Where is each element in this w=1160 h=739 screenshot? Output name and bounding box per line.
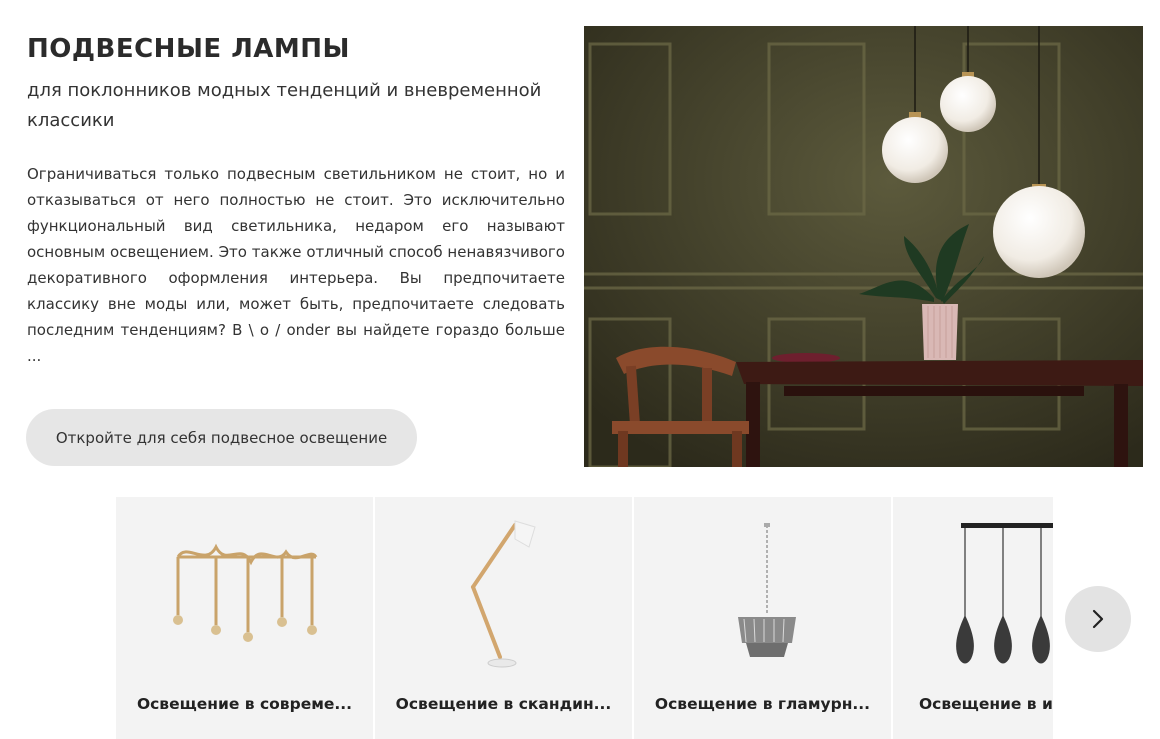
carousel-next-button[interactable] (1065, 586, 1131, 652)
page-title: ПОДВЕСНЫЕ ЛАМПЫ (27, 34, 350, 64)
carousel-card-industrial[interactable]: Освещение в ин (893, 497, 1053, 739)
carousel-card-label: Освещение в гламурн... (654, 695, 871, 713)
rope-chandelier-image (173, 543, 318, 642)
carousel-card-scandinavian[interactable]: Освещение в скандин... (375, 497, 632, 739)
carousel-card-label: Освещение в совреме... (136, 695, 353, 713)
carousel-card-glamour[interactable]: Освещение в гламурн... (634, 497, 891, 739)
carousel-track: Освещение в совреме... Освещение в сканд… (116, 497, 1053, 739)
carousel-card-label: Освещение в ин (919, 695, 1053, 713)
carousel-card-modern[interactable]: Освещение в совреме... (116, 497, 373, 739)
crystal-chandelier-image (738, 523, 796, 657)
discover-pendant-lighting-button[interactable]: Откройте для себя подвесное освещение (26, 409, 417, 466)
hero-description: Ограничиваться только подвесным светильн… (27, 165, 565, 365)
chevron-right-icon (1092, 609, 1104, 629)
floor-lamp-image (471, 520, 536, 668)
hero-image-pendant-lamps (584, 26, 1143, 467)
page-subtitle: для поклонников модных тенденций и вневр… (27, 80, 542, 131)
triple-pendant-image (956, 523, 1053, 664)
hero-text: ПОДВЕСНЫЕ ЛАМПЫ для поклонников модных т… (27, 30, 565, 369)
style-carousel: Освещение в совреме... Освещение в сканд… (116, 497, 1053, 739)
hero-scene (584, 26, 1143, 467)
carousel-card-label: Освещение в скандин... (395, 695, 612, 713)
